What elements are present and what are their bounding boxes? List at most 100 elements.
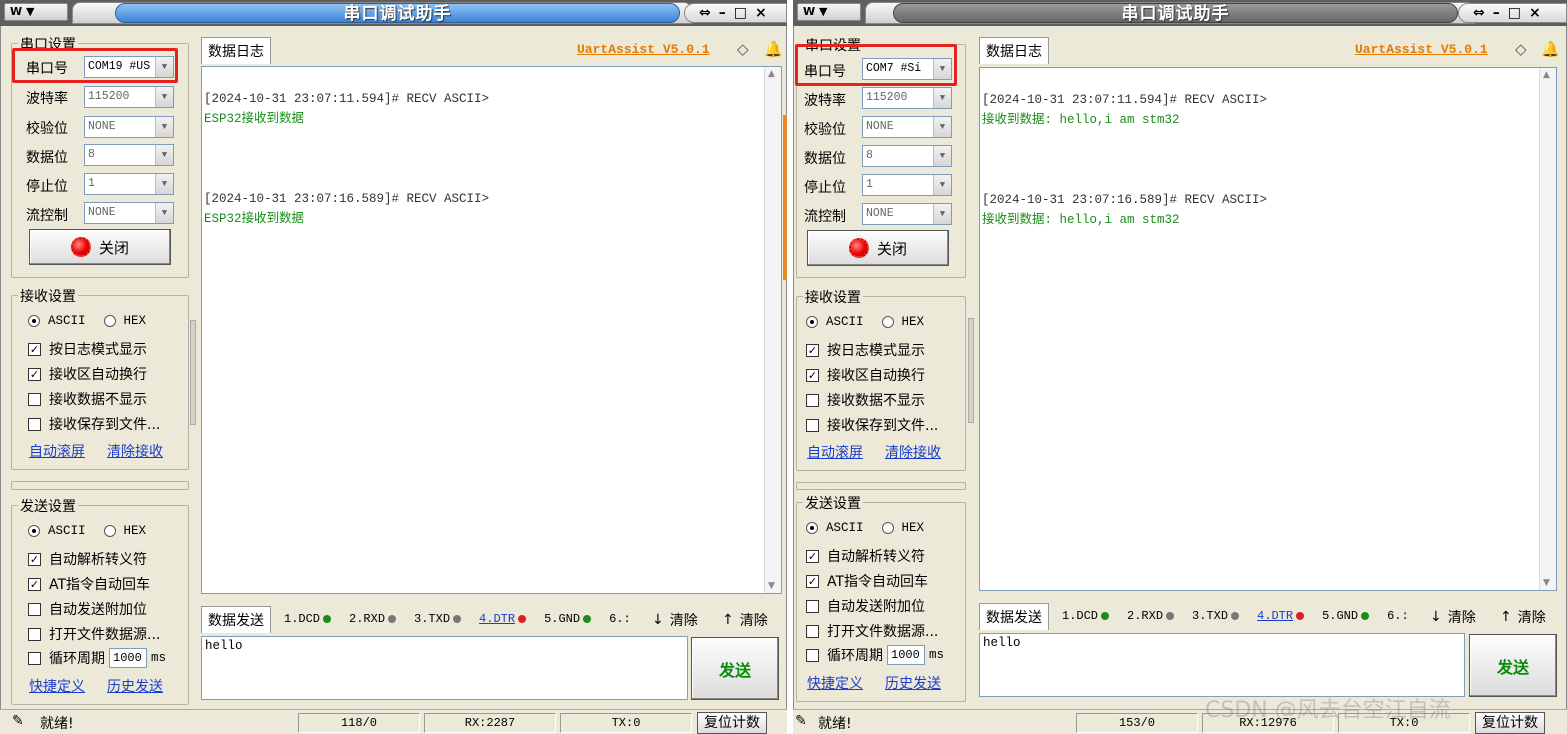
parity-select[interactable]: NONE ▼ [84, 116, 174, 138]
pin-indicator[interactable]: 4.DTR [479, 612, 527, 626]
close-port-button[interactable]: 关闭 [29, 229, 171, 265]
auto-scroll-link[interactable]: 自动滚屏 [29, 441, 85, 461]
shortcut-link[interactable]: 快捷定义 [29, 676, 85, 696]
auto-wrap-checkbox[interactable]: ✓ 接收区自动换行 [28, 364, 147, 384]
clear-send-button[interactable]: ↓ 清除 [1430, 607, 1476, 627]
recv-hex-radio[interactable] [103, 315, 116, 327]
send-settings-title: 发送设置 [803, 493, 863, 513]
escape-checkbox[interactable]: ✓ 自动解析转义符 [28, 549, 147, 569]
window-menu-button[interactable]: W ▼ [4, 3, 68, 21]
append-bits-checkbox[interactable]: 自动发送附加位 [806, 596, 925, 616]
clear-recv-link[interactable]: 清除接收 [885, 442, 941, 462]
pin-indicator[interactable]: 4.DTR [1257, 609, 1305, 623]
cycle-input[interactable]: 1000 [109, 648, 147, 668]
minimize-button[interactable]: – [719, 5, 726, 21]
panel-splitter[interactable] [190, 320, 196, 425]
diamond-icon[interactable]: ◇ [1515, 40, 1527, 58]
clear-send-button[interactable]: ↓ 清除 [652, 610, 698, 630]
version-link[interactable]: UartAssist V5.0.1 [577, 42, 710, 57]
recv-ascii-radio[interactable] [28, 315, 40, 327]
log-header: [2024-10-31 23:07:16.589]# RECV ASCII> [982, 193, 1268, 207]
flow-select[interactable]: NONE ▼ [84, 202, 174, 224]
status-bar: ✎ 就绪! 118/0 RX:2287 TX:0 复位计数 [0, 709, 787, 734]
history-link[interactable]: 历史发送 [107, 676, 163, 696]
chevron-down-icon: ▼ [933, 117, 951, 137]
baud-select[interactable]: 115200 ▼ [862, 87, 952, 109]
cycle-input[interactable]: 1000 [887, 645, 925, 665]
log-mode-checkbox[interactable]: ✓ 按日志模式显示 [28, 339, 147, 359]
vertical-scrollbar[interactable]: ▲ ▼ [764, 67, 781, 593]
tab-data-send[interactable]: 数据发送 [979, 603, 1049, 630]
at-cr-checkbox[interactable]: ✓ AT指令自动回车 [806, 571, 928, 591]
log-mode-checkbox[interactable]: ✓ 按日志模式显示 [806, 340, 925, 360]
clear-recv-button[interactable]: ↑ 清除 [1500, 607, 1546, 627]
auto-wrap-checkbox[interactable]: ✓ 接收区自动换行 [806, 365, 925, 385]
flow-select[interactable]: NONE ▼ [862, 203, 952, 225]
receive-area[interactable]: [2024-10-31 23:07:11.594]# RECV ASCII> ES… [201, 66, 782, 594]
stopbits-select[interactable]: 1 ▼ [84, 173, 174, 195]
minimize-button[interactable]: – [1493, 5, 1500, 21]
databits-select[interactable]: 8 ▼ [84, 144, 174, 166]
save-file-checkbox[interactable]: 接收保存到文件... [806, 415, 938, 435]
vertical-scrollbar[interactable]: ▲ ▼ [1539, 68, 1556, 590]
send-hex-radio[interactable] [881, 522, 894, 534]
escape-checkbox[interactable]: ✓ 自动解析转义符 [806, 546, 925, 566]
baud-select[interactable]: 115200 ▼ [84, 86, 174, 108]
receive-area[interactable]: [2024-10-31 23:07:11.594]# RECV ASCII> 接收… [979, 67, 1557, 591]
send-button[interactable]: 发送 [1469, 634, 1557, 697]
panel-splitter[interactable] [968, 318, 974, 423]
append-bits-checkbox[interactable]: 自动发送附加位 [28, 599, 147, 619]
send-ascii-radio[interactable] [28, 525, 40, 537]
tab-data-send[interactable]: 数据发送 [201, 606, 271, 633]
at-cr-checkbox[interactable]: ✓ AT指令自动回车 [28, 574, 150, 594]
status-led-icon [848, 238, 869, 258]
parity-select[interactable]: NONE ▼ [862, 116, 952, 138]
auto-scroll-link[interactable]: 自动滚屏 [807, 442, 863, 462]
send-hex-radio[interactable] [103, 525, 116, 537]
cycle-checkbox[interactable] [28, 651, 41, 665]
clear-recv-link[interactable]: 清除接收 [107, 441, 163, 461]
clear-recv-button[interactable]: ↑ 清除 [722, 610, 768, 630]
stopbits-select[interactable]: 1 ▼ [862, 174, 952, 196]
log-header: [2024-10-31 23:07:11.594]# RECV ASCII> [204, 92, 490, 106]
databits-label: 数据位 [804, 151, 846, 167]
hide-data-checkbox[interactable]: 接收数据不显示 [28, 389, 147, 409]
log-data: 接收到数据: hello,i am stm32 [982, 113, 1180, 127]
tab-data-log[interactable]: 数据日志 [201, 37, 271, 64]
send-button[interactable]: 发送 [691, 637, 779, 700]
log-data: 接收到数据: hello,i am stm32 [982, 213, 1180, 227]
reset-count-button[interactable]: 复位计数 [1475, 712, 1545, 734]
window-title: 串口调试助手 [343, 4, 452, 24]
recv-hex-radio[interactable] [881, 316, 894, 328]
pin-icon[interactable]: ⇔ [1473, 5, 1485, 21]
file-source-checkbox[interactable]: 打开文件数据源... [28, 624, 160, 644]
window-menu-button[interactable]: W ▼ [797, 3, 861, 21]
version-link[interactable]: UartAssist V5.0.1 [1355, 42, 1488, 57]
close-window-button[interactable]: × [1529, 5, 1541, 21]
pin-led-icon [1166, 612, 1175, 620]
bell-icon[interactable]: 🔔 [764, 40, 783, 58]
databits-select[interactable]: 8 ▼ [862, 145, 952, 167]
diamond-icon[interactable]: ◇ [737, 40, 749, 58]
send-input[interactable]: hello [979, 633, 1465, 697]
flow-label: 流控制 [26, 208, 68, 224]
send-input[interactable]: hello [201, 636, 688, 700]
maximize-button[interactable]: □ [734, 5, 747, 21]
close-window-button[interactable]: × [755, 5, 767, 21]
close-port-button[interactable]: 关闭 [807, 230, 949, 266]
stopbits-label: 停止位 [804, 180, 846, 196]
save-file-checkbox[interactable]: 接收保存到文件... [28, 414, 160, 434]
recv-ascii-radio[interactable] [806, 316, 818, 328]
file-source-checkbox[interactable]: 打开文件数据源... [806, 621, 938, 641]
pin-icon[interactable]: ⇔ [699, 5, 711, 21]
send-ascii-radio[interactable] [806, 522, 818, 534]
reset-count-button[interactable]: 复位计数 [697, 712, 767, 734]
cycle-checkbox[interactable] [806, 648, 819, 662]
shortcut-link[interactable]: 快捷定义 [807, 673, 863, 693]
history-link[interactable]: 历史发送 [885, 673, 941, 693]
bell-icon[interactable]: 🔔 [1541, 40, 1560, 58]
maximize-button[interactable]: □ [1508, 5, 1521, 21]
pin-indicator: 3.TXD [414, 612, 462, 626]
tab-data-log[interactable]: 数据日志 [979, 37, 1049, 64]
hide-data-checkbox[interactable]: 接收数据不显示 [806, 390, 925, 410]
